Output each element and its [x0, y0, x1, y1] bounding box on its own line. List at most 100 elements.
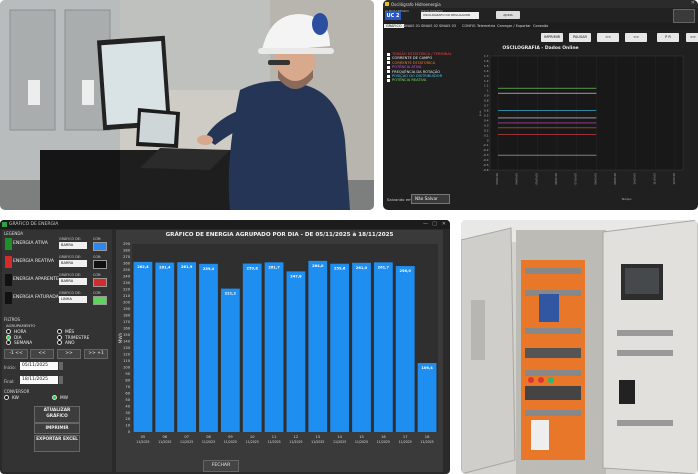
bar-value-label: 221,2	[225, 292, 237, 296]
update-chart-button[interactable]: ATUALIZAR GRÁFICO	[34, 406, 80, 423]
osc-legend-item[interactable]: TENSÃO ESTATÓRICA / TERMINAL	[387, 52, 452, 56]
window-title: Oscilógrafo Hidroenergia	[391, 1, 441, 7]
unit-select[interactable]: OSCILÓGRAFO DO REGULADOR	[421, 12, 479, 19]
checkbox-icon	[387, 61, 390, 65]
legend-swatch	[5, 256, 12, 268]
color-picker[interactable]	[93, 278, 107, 287]
chart-type-select[interactable]: BARRA	[59, 242, 87, 249]
close-icon[interactable]: ✕	[442, 221, 446, 227]
chart-type-label: GRÁFICO DE:	[59, 237, 82, 241]
y-tick-label: 30	[125, 411, 130, 415]
x-tick-day: 13	[315, 435, 320, 439]
x-tick-month: 11/2025	[136, 440, 149, 444]
app-icon	[385, 1, 389, 6]
y-tick-label: 240	[123, 275, 131, 279]
osc-y-tick: 1.4	[484, 69, 489, 73]
color-label: COR:	[93, 273, 102, 277]
chart-area: GRÁFICO DE ENERGIA AGRUPADO POR DIA - DE…	[116, 230, 443, 472]
legend-label: ENERGIA REATIVA	[13, 259, 54, 264]
osc-y-tick: 1.7	[484, 54, 489, 58]
checkbox-icon	[387, 65, 390, 69]
osc-legend-item[interactable]: CORRENTE DE CAMPO	[387, 56, 432, 60]
y-tick-label: 40	[125, 404, 130, 408]
x-tick-day: 12	[294, 435, 299, 439]
y-axis-label: MWh	[118, 332, 123, 343]
tab-sinais-02[interactable]: SINAIS 02	[421, 24, 438, 28]
converter-kw-radio[interactable]: KW	[4, 395, 19, 401]
osc-legend-item[interactable]: FREQUÊNCIA DA ROTAÇÃO	[387, 70, 440, 74]
rewind-button[interactable]: <<	[625, 33, 647, 42]
grouping-radio-ano[interactable]: ANO	[57, 340, 75, 346]
radio-dot-icon	[57, 340, 62, 345]
pr-button[interactable]: P R	[657, 33, 679, 42]
nav-forward-button[interactable]: >>	[57, 349, 81, 359]
tab-conexao[interactable]: Conexão	[533, 24, 548, 28]
app-icon	[2, 222, 7, 227]
bar	[155, 262, 175, 432]
start-date-spinner[interactable]	[59, 362, 63, 370]
unit-badge[interactable]: UC 2	[385, 12, 401, 20]
export-excel-button[interactable]: EXPORTAR EXCEL	[34, 435, 80, 452]
grouping-radio-semana[interactable]: SEMANA	[6, 340, 32, 346]
y-tick-label: 110	[123, 359, 131, 363]
chart-type-select[interactable]: BARRA	[59, 260, 87, 267]
bar	[308, 260, 328, 432]
control-sidebar: LEGENDA ENERGIA ATIVA GRÁFICO DE: COR: BARR…	[2, 230, 112, 472]
pause-button[interactable]: PAUSAR	[569, 33, 591, 42]
chart-type-select[interactable]: BARRA	[59, 278, 87, 285]
close-icon[interactable]: ✕	[691, 0, 695, 6]
nav-back-step-button[interactable]: -1 <<	[4, 349, 28, 359]
osc-x-tick: 05:00:00	[534, 173, 538, 185]
tab-sinais-01[interactable]: SINAIS 01	[403, 24, 420, 28]
filters-group-label: FILTROS	[4, 317, 21, 322]
energy-bar-chart: 0102030405060708090100110120130140150160…	[118, 242, 438, 444]
osc-legend-item[interactable]: POTÊNCIA REATIVA	[387, 78, 426, 82]
print-button[interactable]: IMPRIMIR	[541, 33, 563, 42]
color-picker[interactable]	[93, 260, 107, 269]
minimize-icon[interactable]: —	[423, 221, 428, 227]
energy-titlebar: GRÁFICO DE ENERGIA — □ ✕	[0, 220, 450, 229]
close-button[interactable]: FECHAR	[203, 460, 239, 472]
color-picker[interactable]	[93, 296, 107, 305]
nav-forward-step-button[interactable]: >> +1	[84, 349, 108, 359]
help-button[interactable]: AJUDA	[496, 11, 520, 19]
bar	[199, 263, 218, 432]
color-picker[interactable]	[93, 242, 107, 251]
tab-telemetria[interactable]: Telemetria	[477, 24, 495, 28]
tab-carregar[interactable]: Carregar / Exportar	[497, 24, 531, 28]
bar	[242, 263, 262, 432]
y-tick-label: 230	[123, 281, 131, 285]
tab-sinais-03[interactable]: SINAIS 03	[439, 24, 456, 28]
tab-config[interactable]: CONFIG	[462, 24, 476, 28]
y-tick-label: 90	[125, 372, 130, 376]
end-date-spinner[interactable]	[59, 376, 63, 384]
y-tick-label: 290	[123, 242, 131, 246]
y-tick-label: 50	[125, 398, 130, 402]
x-tick-month: 11/2025	[267, 440, 280, 444]
rewind-fast-button[interactable]: <<	[597, 33, 619, 42]
print-button[interactable]: IMPRIMIR	[34, 423, 80, 434]
x-tick-day: 16	[381, 435, 386, 439]
osc-legend-item[interactable]: POTÊNCIA ATIVA	[387, 65, 421, 69]
y-tick-label: 140	[123, 339, 131, 343]
end-date-input[interactable]: 18/11/2025	[20, 376, 58, 384]
osc-y-tick: 0.3	[484, 123, 489, 127]
bar-value-label: 261,9	[181, 265, 193, 269]
nav-back-button[interactable]: <<	[30, 349, 54, 359]
legend-swatch	[5, 292, 12, 304]
osc-y-tick: 0.4	[484, 118, 489, 122]
maximize-icon[interactable]: □	[432, 221, 437, 227]
x-tick-month: 11/2025	[180, 440, 193, 444]
tab-grafico[interactable]: GRÁFICO	[384, 24, 404, 28]
osc-y-tick: 0.1	[484, 133, 489, 137]
converter-mw-radio[interactable]: MW	[52, 395, 68, 401]
osc-y-tick: 1.1	[484, 84, 489, 88]
save-select[interactable]: Não Salvar	[411, 194, 450, 204]
osc-y-tick: 0.2	[484, 128, 489, 132]
bar-value-label: 262,4	[137, 265, 149, 269]
osc-y-tick: 0.8	[484, 99, 489, 103]
forward-button[interactable]: >>	[686, 33, 698, 42]
color-label: COR:	[93, 291, 102, 295]
chart-type-select[interactable]: LINHA	[59, 296, 87, 303]
start-date-input[interactable]: 05/11/2025	[20, 362, 58, 370]
